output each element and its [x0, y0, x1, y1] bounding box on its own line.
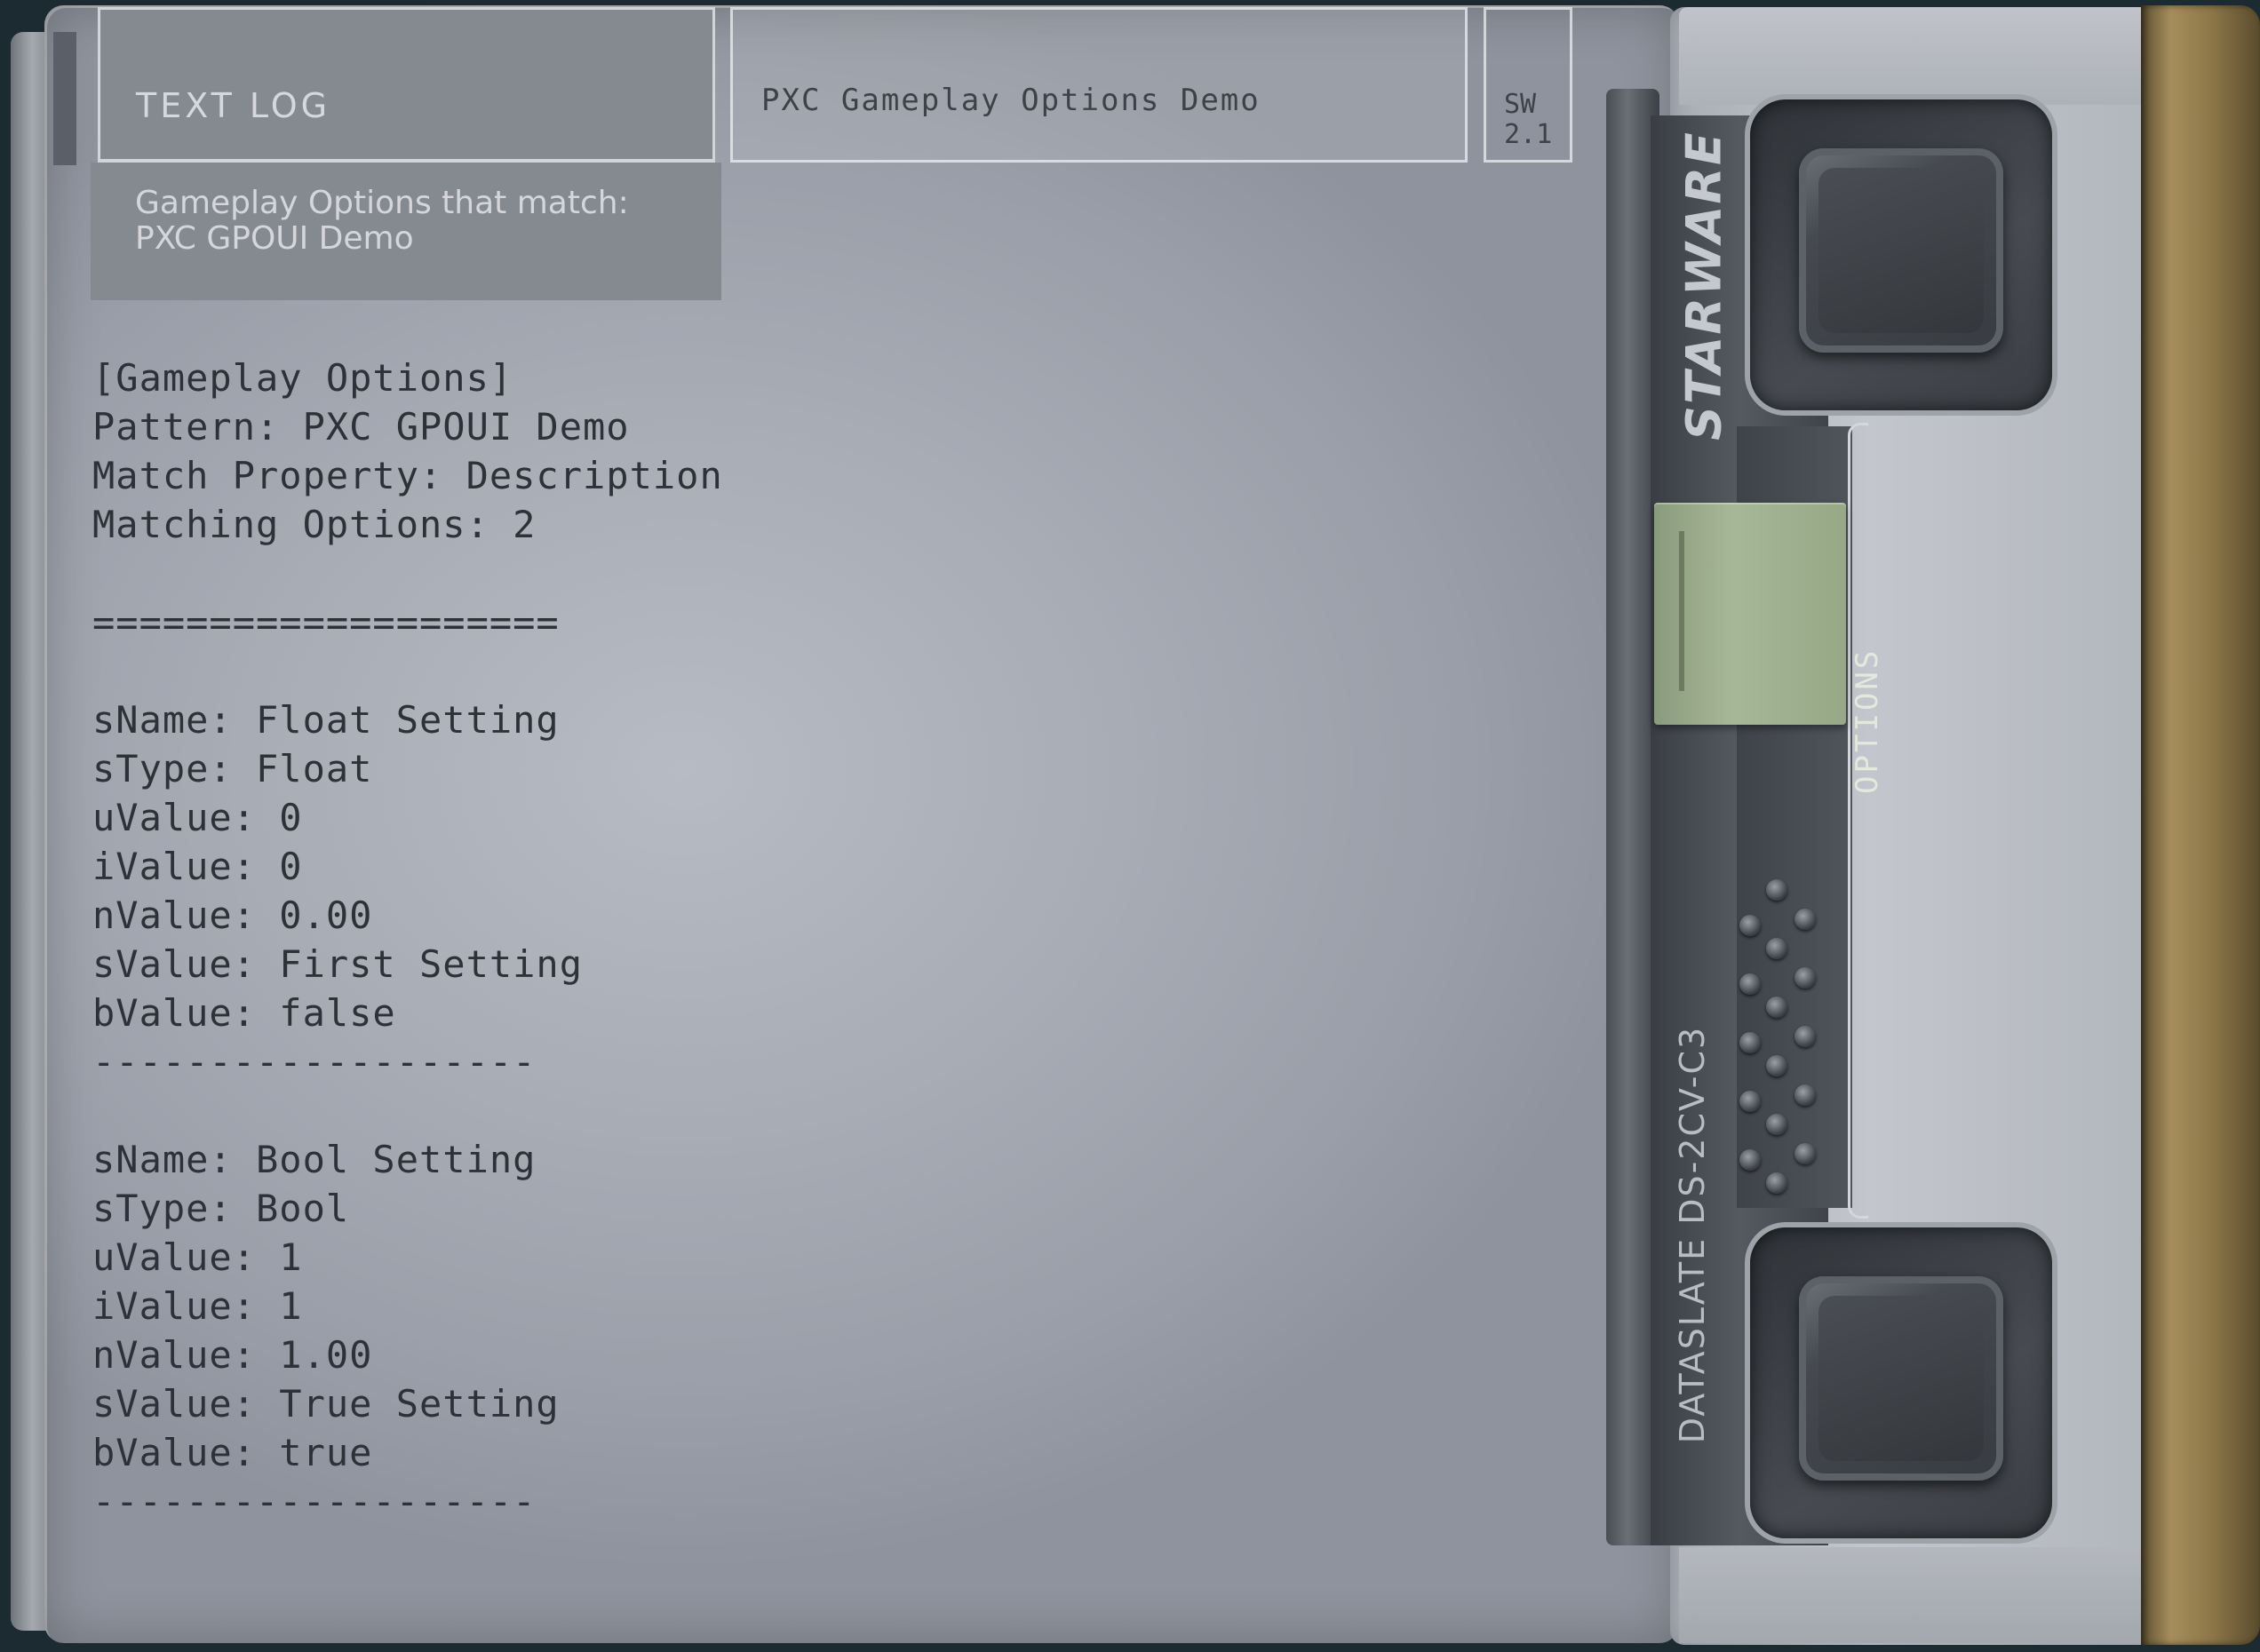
- title-panel: PXC Gameplay Options Demo: [730, 7, 1468, 163]
- speaker-hole: [1739, 1032, 1761, 1053]
- text-log-body: [Gameplay Options] Pattern: PXC GPOUI De…: [92, 353, 981, 1526]
- left-rail-tab: [53, 32, 76, 165]
- speaker-hole: [1794, 1026, 1816, 1047]
- log-entry-svalue: sValue: First Setting: [92, 942, 584, 986]
- tab-text-log[interactable]: TEXT LOG: [98, 7, 715, 163]
- dataslate-device: TEXT LOG Gameplay Options that match: PX…: [0, 0, 2260, 1652]
- speaker-hole: [1766, 997, 1787, 1018]
- speaker-hole: [1794, 1143, 1816, 1164]
- top-hardware-button[interactable]: [1799, 148, 2003, 353]
- log-entry-uvalue: uValue: 0: [92, 796, 303, 839]
- left-rail: [11, 32, 46, 1631]
- brass-end-cap: [2141, 5, 2260, 1645]
- bottom-button-well: [1750, 1227, 2052, 1538]
- speaker-hole: [1739, 915, 1761, 936]
- speaker-hole: [1739, 973, 1761, 995]
- speaker-hole: [1794, 909, 1816, 930]
- log-entry-bvalue: bValue: false: [92, 991, 396, 1035]
- speaker-hole: [1739, 1091, 1761, 1112]
- log-spacer: [92, 549, 981, 598]
- speaker-hole: [1739, 1149, 1761, 1171]
- top-hardware-button-face: [1818, 168, 1984, 333]
- speaker-hole: [1794, 1084, 1816, 1106]
- version-label: SW 2.1: [1504, 89, 1553, 150]
- top-frame: [1679, 7, 2150, 105]
- tab-text-log-label: TEXT LOG: [136, 86, 331, 125]
- version-panel: SW 2.1: [1484, 7, 1572, 163]
- speaker-hole: [1766, 879, 1787, 901]
- log-entry-nvalue: nValue: 1.00: [92, 1333, 373, 1377]
- top-button-well: [1750, 99, 2052, 410]
- options-button[interactable]: OPTIONS: [1654, 503, 1885, 794]
- bottom-hardware-button-face: [1818, 1296, 1984, 1461]
- log-entry-ivalue: iValue: 0: [92, 845, 303, 888]
- log-section-header: [Gameplay Options]: [92, 356, 513, 400]
- options-button-label: OPTIONS: [1850, 647, 1885, 794]
- log-entry-bvalue: bValue: true: [92, 1431, 373, 1474]
- speaker-hole: [1794, 967, 1816, 989]
- speaker-grille: [1739, 879, 1819, 1208]
- log-entry-sname: sName: Float Setting: [92, 698, 560, 742]
- bottom-hardware-button[interactable]: [1799, 1276, 2003, 1481]
- log-matching-options: Matching Options: 2: [92, 503, 537, 546]
- text-log-subtitle-panel: Gameplay Options that match: PXC GPOUI D…: [91, 163, 721, 300]
- log-entry-nvalue: nValue: 0.00: [92, 894, 373, 937]
- log-entry-stype: sType: Float: [92, 747, 373, 790]
- log-entry-separator: -------------------: [92, 1480, 537, 1523]
- log-entry-svalue: sValue: True Setting: [92, 1382, 560, 1426]
- log-pattern: Pattern: PXC GPOUI Demo: [92, 405, 630, 449]
- log-match-property: Match Property: Description: [92, 454, 723, 497]
- log-entry-ivalue: iValue: 1: [92, 1284, 303, 1328]
- model-label: DATASLATE DS-2CV-C3: [1673, 1025, 1712, 1444]
- speaker-hole: [1766, 938, 1787, 959]
- log-entry-sname: sName: Bool Setting: [92, 1138, 537, 1181]
- speaker-hole: [1766, 1114, 1787, 1135]
- log-entry-stype: sType: Bool: [92, 1187, 350, 1230]
- log-entry-uvalue: uValue: 1: [92, 1235, 303, 1279]
- text-log-subtitle: Gameplay Options that match: PXC GPOUI D…: [135, 185, 629, 257]
- options-button-notch: [1679, 531, 1684, 691]
- log-spacer: [92, 647, 981, 695]
- cutout-edge: [1848, 423, 1868, 1219]
- bottom-frame: [1679, 1547, 2150, 1643]
- log-separator-major: ====================: [92, 600, 560, 644]
- page-title: PXC Gameplay Options Demo: [761, 83, 1261, 118]
- speaker-hole: [1766, 1055, 1787, 1076]
- brand-logo: STARWARE: [1675, 131, 1732, 441]
- speaker-hole: [1766, 1172, 1787, 1194]
- log-entry-separator: -------------------: [92, 1040, 537, 1084]
- log-spacer: [92, 1086, 981, 1135]
